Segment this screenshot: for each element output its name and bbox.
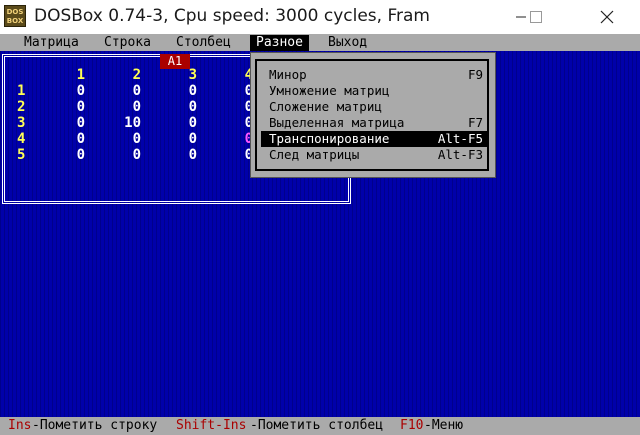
- row-label: 5: [17, 147, 26, 163]
- status-text-mark-row: -Пометить строку: [32, 418, 158, 433]
- matrix-cell[interactable]: 0: [121, 83, 141, 99]
- menu-item-minor[interactable]: Минор F9: [261, 67, 489, 83]
- dosbox-app-icon[interactable]: DOS BOX: [4, 5, 26, 27]
- matrix-cell[interactable]: 10: [121, 115, 141, 131]
- window-title: DOSBox 0.74-3, Cpu speed: 3000 cycles, F…: [34, 6, 430, 26]
- status-text-menu: -Меню: [424, 418, 464, 433]
- matrix-cell[interactable]: 0: [177, 147, 197, 163]
- menu-column[interactable]: Столбец: [170, 35, 237, 51]
- matrix-cell[interactable]: 0: [177, 115, 197, 131]
- matrix-cell[interactable]: 0: [65, 83, 85, 99]
- matrix-cell[interactable]: 0: [65, 131, 85, 147]
- dos-screen: Матрица Строка Столбец Разное Выход A1 1…: [0, 34, 640, 435]
- row-label: 2: [17, 99, 26, 115]
- matrix-cell[interactable]: 0: [121, 131, 141, 147]
- col-header: 2: [132, 67, 141, 83]
- row-label: 3: [17, 115, 26, 131]
- menu-item-label: Сложение матриц: [269, 99, 382, 114]
- matrix-cell[interactable]: 0: [177, 83, 197, 99]
- menu-item-label: Умножение матриц: [269, 83, 390, 98]
- menu-misc[interactable]: Разное: [250, 35, 309, 51]
- matrix-cell[interactable]: 0: [65, 99, 85, 115]
- matrix-cell[interactable]: 0: [65, 147, 85, 163]
- status-text-mark-column: -Пометить столбец: [250, 418, 384, 433]
- menu-item-shortcut: F9: [467, 67, 483, 82]
- row-label: 1: [17, 83, 26, 99]
- status-key-ins: Ins: [8, 418, 32, 433]
- menu-item-label: Минор: [269, 67, 307, 82]
- menu-item-add[interactable]: Сложение матриц: [261, 99, 489, 115]
- col-header: 3: [188, 67, 197, 83]
- col-header: 1: [76, 67, 85, 83]
- menu-item-transpose[interactable]: Транспонирование Alt-F5: [261, 131, 489, 147]
- matrix-cell[interactable]: 0: [65, 115, 85, 131]
- matrix-cell[interactable]: 0: [177, 99, 197, 115]
- matrix-cell[interactable]: 0: [177, 131, 197, 147]
- menu-item-shortcut: Alt-F3: [437, 147, 483, 162]
- menu-item-label: След матрицы: [269, 147, 360, 162]
- menu-item-shortcut: F7: [467, 115, 483, 130]
- status-key-shift-ins: Shift-Ins: [176, 418, 247, 433]
- maximize-icon: [530, 11, 542, 23]
- matrix-cell[interactable]: 0: [121, 99, 141, 115]
- misc-dropdown-menu: Минор F9 Умножение матриц Сложение матри…: [250, 52, 496, 178]
- menu-item-shortcut: Alt-F5: [437, 131, 483, 146]
- menu-row[interactable]: Строка: [98, 35, 157, 51]
- menu-item-selected-matrix[interactable]: Выделенная матрица F7: [261, 115, 489, 131]
- menu-item-trace[interactable]: След матрицы Alt-F3: [261, 147, 489, 163]
- menu-item-multiply[interactable]: Умножение матриц: [261, 83, 489, 99]
- dropdown-frame: Минор F9 Умножение матриц Сложение матри…: [255, 59, 489, 171]
- menu-item-label: Выделенная матрица: [269, 115, 405, 130]
- maximize-button[interactable]: [513, 0, 559, 34]
- close-icon: [600, 10, 614, 24]
- menu-exit[interactable]: Выход: [322, 35, 373, 51]
- status-key-f10: F10: [400, 418, 424, 433]
- row-label: 4: [17, 131, 26, 147]
- close-button[interactable]: [584, 0, 630, 34]
- menu-matrix[interactable]: Матрица: [18, 35, 85, 51]
- status-bar: Ins -Пометить строку Shift-Ins -Пометить…: [0, 417, 640, 435]
- window-titlebar: DOS BOX DOSBox 0.74-3, Cpu speed: 3000 c…: [0, 0, 640, 34]
- matrix-cell[interactable]: 0: [121, 147, 141, 163]
- menu-item-label: Транспонирование: [269, 131, 390, 146]
- menu-bar: Матрица Строка Столбец Разное Выход: [0, 34, 640, 51]
